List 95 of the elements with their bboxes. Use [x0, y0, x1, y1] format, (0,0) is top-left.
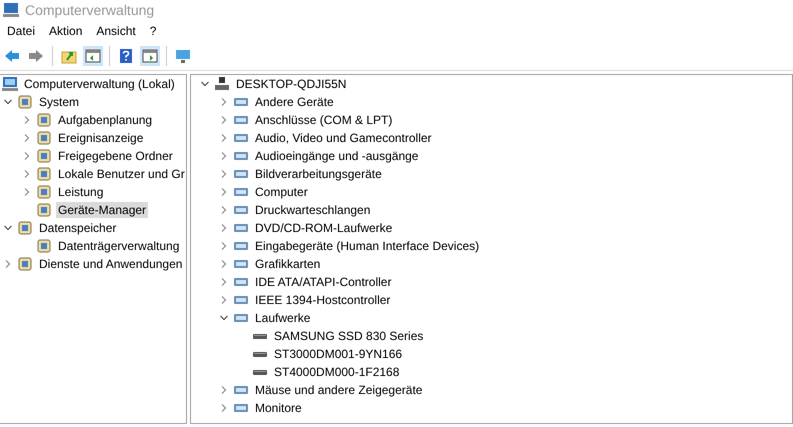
device-item[interactable]: Anschlüsse (COM & LPT): [253, 112, 394, 128]
chevron-right-icon[interactable]: [220, 116, 228, 124]
tool-icon: [17, 94, 33, 110]
device-item[interactable]: Audioeingänge und -ausgänge: [253, 148, 420, 164]
device-item[interactable]: Grafikkarten: [253, 256, 322, 272]
tree-item[interactable]: Aufgabenplanung: [56, 112, 154, 128]
chevron-right-icon[interactable]: [220, 404, 228, 412]
device-item[interactable]: IEEE 1394-Hostcontroller: [253, 292, 392, 308]
chevron-right-icon[interactable]: [220, 278, 228, 286]
chevron-right-icon[interactable]: [23, 170, 31, 178]
device-item[interactable]: Andere Geräte: [253, 94, 336, 110]
device-icon: [214, 77, 230, 91]
device-item[interactable]: Audio, Video und Gamecontroller: [253, 130, 434, 146]
device-item[interactable]: Computer: [253, 184, 310, 200]
device-item[interactable]: IDE ATA/ATAPI-Controller: [253, 274, 394, 290]
computer-icon: [3, 2, 19, 18]
device-icon: [233, 149, 249, 163]
device-item[interactable]: Monitore: [253, 400, 304, 416]
device-item[interactable]: SAMSUNG SSD 830 Series: [272, 328, 426, 344]
device-item[interactable]: Eingabegeräte (Human Interface Devices): [253, 238, 482, 254]
chevron-right-icon[interactable]: [220, 134, 228, 142]
chevron-right-icon[interactable]: [23, 116, 31, 124]
tool-icon: [36, 148, 52, 164]
tree-item[interactable]: Datenspeicher: [37, 220, 118, 236]
menu-item[interactable]: Aktion: [44, 22, 88, 40]
device-item[interactable]: ST3000DM001-9YN166: [272, 346, 404, 362]
tool-icon: [17, 220, 33, 236]
menu-item[interactable]: ?: [144, 22, 162, 40]
device-icon: [233, 203, 249, 217]
device-icon: [233, 185, 249, 199]
computer-icon: [2, 76, 18, 92]
device-item[interactable]: Laufwerke: [253, 310, 312, 326]
chevron-down-icon[interactable]: [4, 98, 12, 106]
device-icon: [233, 401, 249, 415]
device-icon: [233, 113, 249, 127]
device-icon: [233, 275, 249, 289]
tree-item[interactable]: Geräte-Manager: [56, 202, 148, 218]
window-title: Computerverwaltung: [25, 2, 154, 18]
toolbar-button[interactable]: [83, 46, 103, 66]
chevron-right-icon[interactable]: [220, 386, 228, 394]
forward-arrow-icon: [28, 48, 44, 64]
chevron-down-icon[interactable]: [220, 314, 228, 322]
chevron-right-icon[interactable]: [23, 188, 31, 196]
device-item[interactable]: Druckwarteschlangen: [253, 202, 372, 218]
toolbar-button[interactable]: [140, 46, 160, 66]
tool-icon: [36, 166, 52, 182]
pane-icon: [142, 48, 158, 64]
tree-item[interactable]: Dienste und Anwendungen: [37, 256, 184, 272]
tool-icon: [36, 238, 52, 254]
device-icon: [233, 383, 249, 397]
tool-icon: [17, 256, 33, 272]
device-icon: [233, 239, 249, 253]
tool-icon: [36, 130, 52, 146]
pane-icon: [85, 48, 101, 64]
tree-item[interactable]: Ereignisanzeige: [56, 130, 146, 146]
tree-item[interactable]: Lokale Benutzer und Gr: [56, 166, 186, 182]
device-item[interactable]: DVD/CD-ROM-Laufwerke: [253, 220, 394, 236]
tool-icon: [36, 184, 52, 200]
chevron-right-icon[interactable]: [220, 98, 228, 106]
device-icon: [233, 221, 249, 235]
tool-icon: [36, 202, 52, 218]
chevron-right-icon[interactable]: [23, 134, 31, 142]
device-icon: [233, 167, 249, 181]
menu-item[interactable]: Datei: [2, 22, 40, 40]
device-item[interactable]: Bildverarbeitungsgeräte: [253, 166, 384, 182]
chevron-right-icon[interactable]: [220, 224, 228, 232]
tree-item[interactable]: Freigegebene Ordner: [56, 148, 175, 164]
back-arrow-icon: [4, 48, 20, 64]
chevron-right-icon[interactable]: [23, 152, 31, 160]
device-icon: [233, 311, 249, 325]
help-icon: [118, 48, 134, 64]
device-icon: [233, 293, 249, 307]
chevron-right-icon[interactable]: [220, 260, 228, 268]
tree-item[interactable]: Computerverwaltung (Lokal): [22, 76, 177, 92]
chevron-right-icon[interactable]: [220, 296, 228, 304]
tree-item[interactable]: Datenträgerverwaltung: [56, 238, 182, 254]
chevron-right-icon[interactable]: [220, 206, 228, 214]
monitor-icon: [175, 48, 191, 64]
chevron-right-icon[interactable]: [220, 188, 228, 196]
tool-icon: [36, 112, 52, 128]
tree-item[interactable]: System: [37, 94, 82, 110]
chevron-down-icon[interactable]: [201, 80, 209, 88]
device-item[interactable]: DESKTOP-QDJI55N: [234, 76, 348, 92]
chevron-down-icon[interactable]: [4, 224, 12, 232]
device-icon: [233, 131, 249, 145]
device-icon: [233, 95, 249, 109]
menu-item[interactable]: Ansicht: [91, 22, 141, 40]
chevron-right-icon[interactable]: [220, 152, 228, 160]
chevron-right-icon[interactable]: [220, 242, 228, 250]
chevron-right-icon[interactable]: [220, 170, 228, 178]
chevron-right-icon[interactable]: [4, 260, 12, 268]
device-item[interactable]: Mäuse und andere Zeigegeräte: [253, 382, 424, 398]
device-icon: [233, 257, 249, 271]
device-item[interactable]: ST4000DM000-1F2168: [272, 364, 402, 380]
tree-item[interactable]: Leistung: [56, 184, 106, 200]
